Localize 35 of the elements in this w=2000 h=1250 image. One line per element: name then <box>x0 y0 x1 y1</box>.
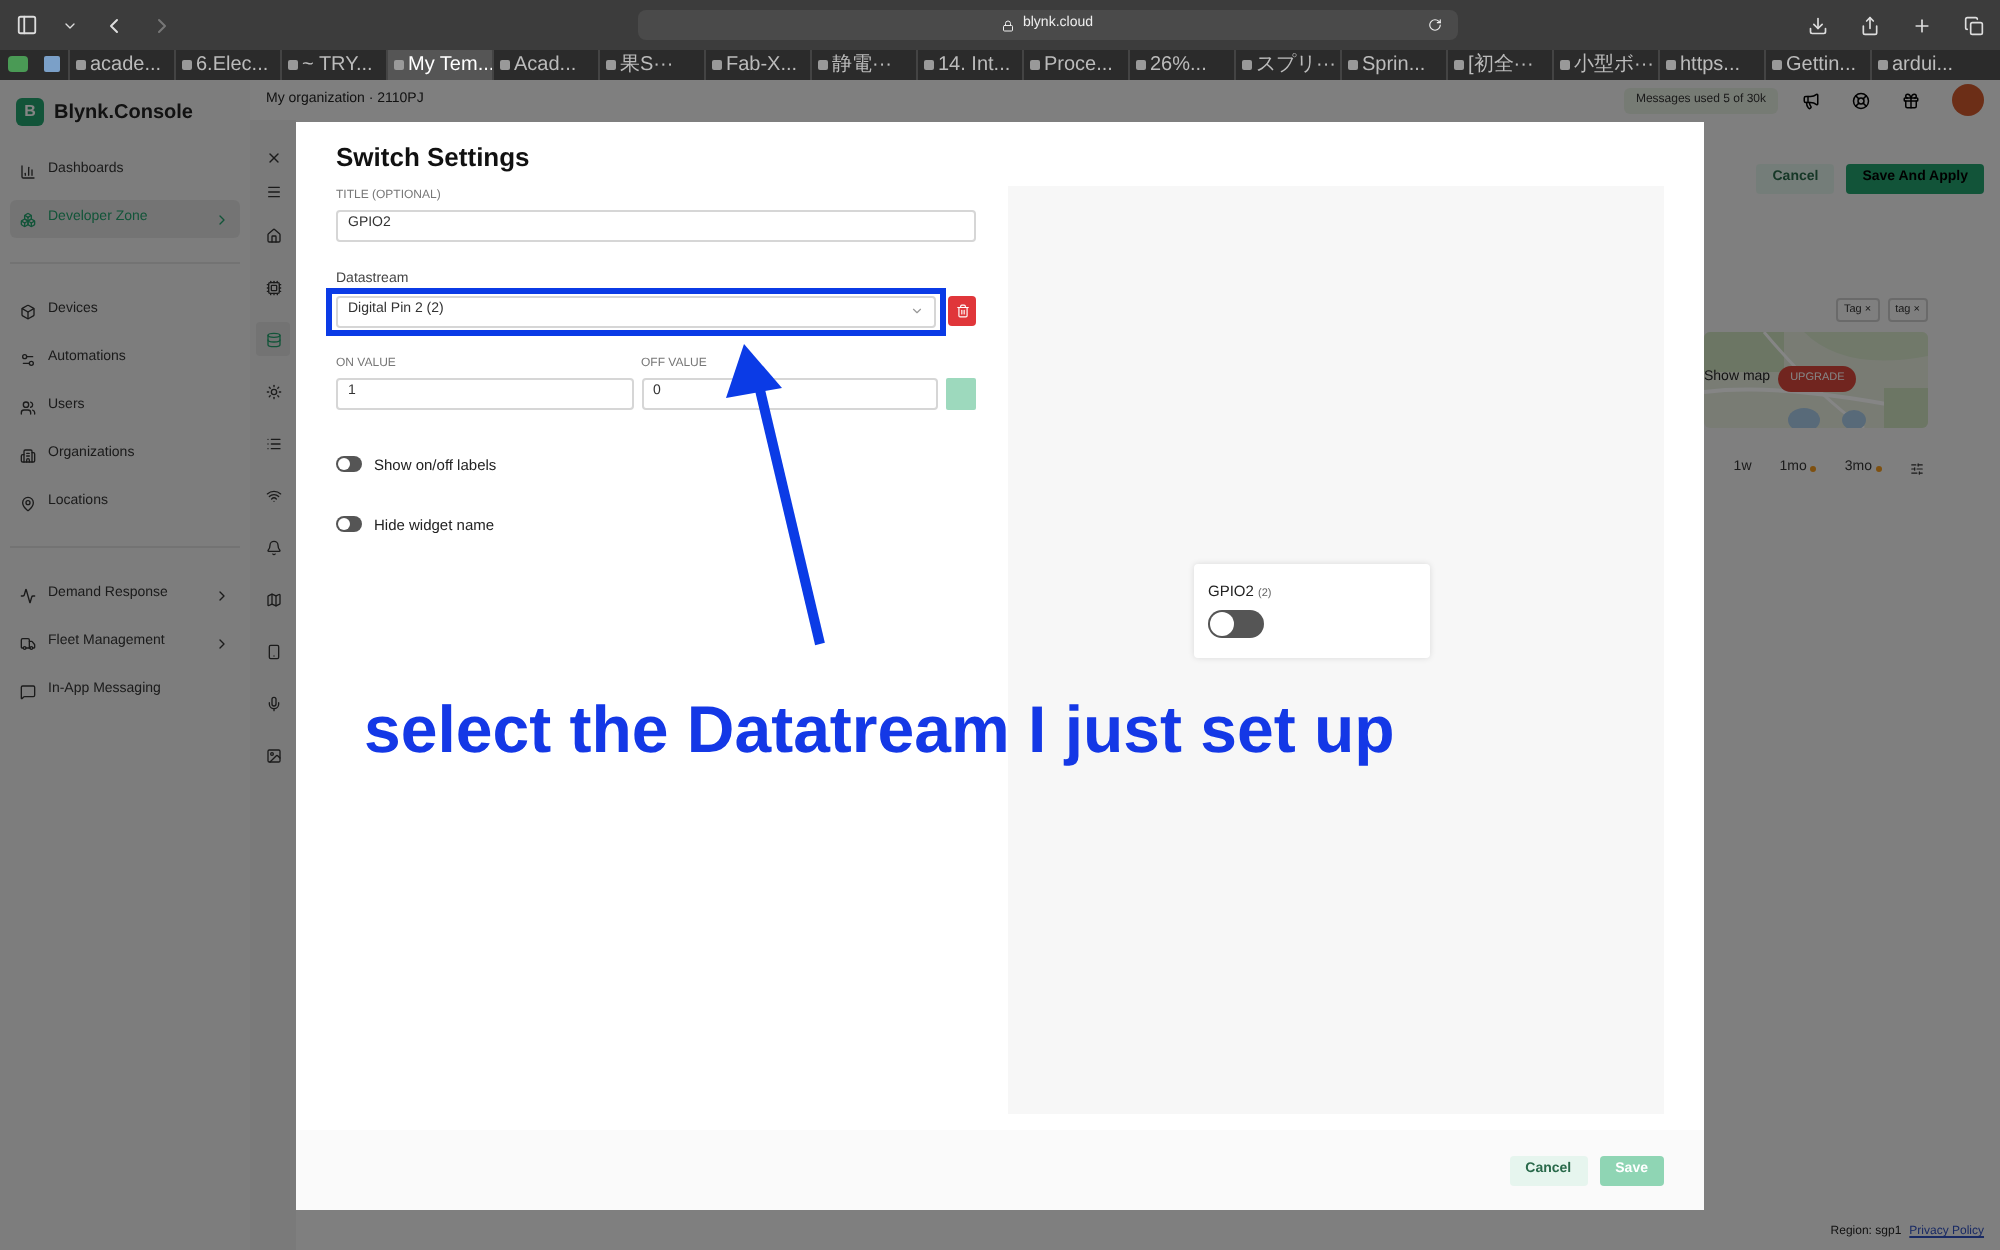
lock-icon <box>1002 19 1015 31</box>
logo-text: Blynk.Console <box>54 99 193 127</box>
filter-icon[interactable] <box>1910 462 1924 476</box>
trash-icon <box>955 304 969 318</box>
automation-icon <box>20 351 36 367</box>
help-icon[interactable] <box>1852 91 1870 109</box>
annotation-caption: select the Datatream I just set up <box>364 690 1395 770</box>
sidebar-icon[interactable] <box>16 14 38 36</box>
users-icon <box>20 399 36 415</box>
message-icon <box>20 683 36 699</box>
browser-tab[interactable]: My Tem... <box>386 50 492 80</box>
pulse-icon <box>20 587 36 603</box>
cube-icon <box>20 303 36 319</box>
dialog-title: Switch Settings <box>336 140 532 176</box>
toggle-switch[interactable] <box>336 456 362 473</box>
reload-icon[interactable] <box>1428 18 1442 32</box>
logo-mark: B <box>16 98 44 126</box>
building-icon <box>20 447 36 463</box>
download-icon[interactable] <box>1808 15 1828 35</box>
avatar[interactable] <box>1952 84 1984 116</box>
toggle-switch[interactable] <box>336 516 362 533</box>
gift-icon[interactable] <box>1902 91 1920 109</box>
close-icon[interactable] <box>265 150 281 166</box>
menu-icon[interactable] <box>265 184 281 200</box>
map-pin-icon <box>20 495 36 511</box>
truck-icon <box>20 635 36 651</box>
tabs-overview-icon[interactable] <box>1964 15 1984 35</box>
widget-switch[interactable] <box>1208 609 1264 638</box>
bar-chart-icon <box>20 163 36 179</box>
share-icon[interactable] <box>1860 15 1880 35</box>
chevron-icon <box>910 304 924 318</box>
color-swatch[interactable] <box>946 377 976 409</box>
megaphone-icon[interactable] <box>1802 91 1820 109</box>
delete-button[interactable] <box>948 296 976 326</box>
new-tab-icon[interactable] <box>1912 15 1932 35</box>
